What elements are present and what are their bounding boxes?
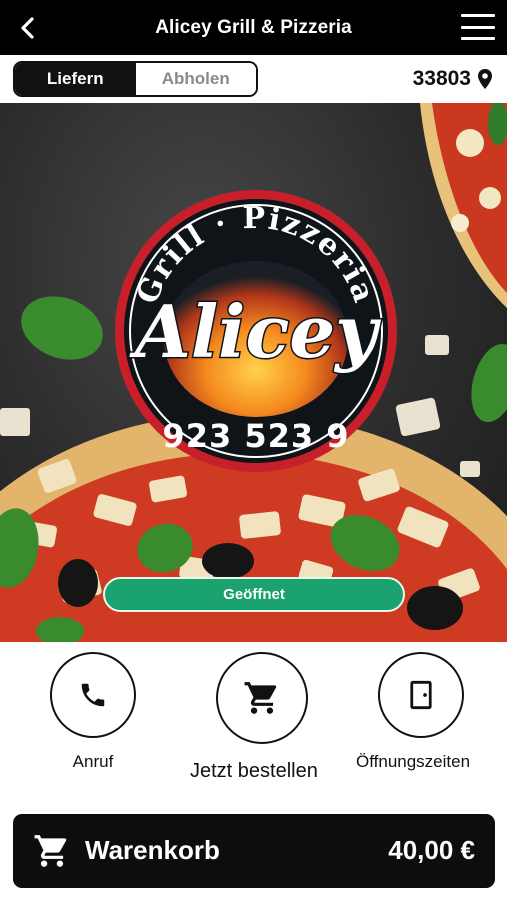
phone-icon [81,683,105,707]
postal-code: 33803 [412,67,471,90]
quick-actions: Anruf Jetzt bestellen Öffnungszeiten [0,642,507,802]
delivery-mode-toggle: Liefern Abholen [13,61,258,97]
open-status-badge: Geöffnet [103,577,405,612]
top-app-bar: Alicey Grill & Pizzeria [0,0,507,55]
back-button[interactable] [14,14,42,42]
call-button[interactable] [50,652,136,738]
hero-banner: Grill · Pizzeria Alicey 923 523 9 Geöffn… [0,103,507,642]
logo-phone: 923 523 9 [162,417,349,455]
order-mode-bar: Liefern Abholen 33803 [0,55,507,103]
cart-total: 40,00 € [388,835,475,865]
opening-hours-label: Öffnungszeiten [356,752,471,771]
call-label: Anruf [72,752,114,771]
order-now-button[interactable] [215,652,308,744]
tab-abholen[interactable]: Abholen [135,63,256,95]
opening-hours-button[interactable] [378,652,465,738]
hamburger-menu-icon[interactable] [461,14,495,40]
location-selector[interactable]: 33803 [413,66,493,92]
map-pin-icon [478,69,492,89]
page-title: Alicey Grill & Pizzeria [155,16,352,38]
tab-liefern[interactable]: Liefern [15,63,136,95]
cart-label: Warenkorb [85,835,220,865]
door-icon [410,680,432,710]
restaurant-logo: Grill · Pizzeria Alicey 923 523 9 [115,190,397,472]
opening-hours-action[interactable]: Öffnungszeiten [356,652,470,772]
logo-brand: Alicey [129,289,381,374]
order-now-label: Jetzt bestellen [190,760,318,782]
cart-button[interactable]: Warenkorb 40,00 € [13,814,495,888]
shopping-cart-icon [244,682,277,714]
shopping-cart-icon [34,835,67,867]
order-now-action[interactable]: Jetzt bestellen [190,652,318,783]
chevron-left-icon [21,17,34,39]
call-action[interactable]: Anruf [50,652,136,772]
